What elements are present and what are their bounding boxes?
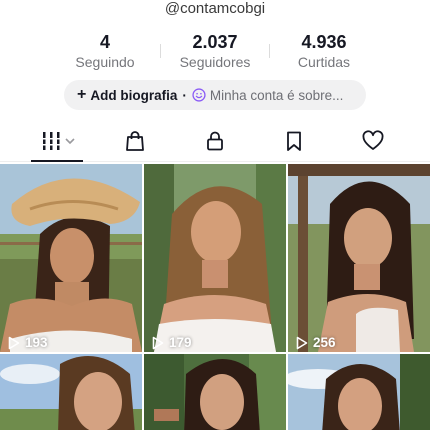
video-thumbnail[interactable] [0,354,142,430]
bio-hint: Minha conta é sobre... [209,87,344,103]
play-icon [8,336,20,349]
video-thumbnail[interactable]: 193 [0,164,142,352]
grid-icon [42,132,75,150]
lock-icon [207,131,223,151]
smile-icon [192,88,206,102]
active-tab-indicator [31,160,83,162]
video-thumbnail[interactable]: 179 [144,164,286,352]
add-bio-label: Add biografia [90,87,178,103]
following-label: Seguindo [75,54,135,70]
bookmark-icon [287,131,301,151]
video-grid: 193 179 256 [0,164,430,430]
view-count-label: 256 [313,335,336,350]
tab-saved[interactable] [281,128,307,154]
bio-separator: · [182,87,187,103]
view-count: 193 [8,335,48,350]
stat-following[interactable]: 4 Seguindo [45,32,165,71]
thumbnail-image [144,354,286,430]
likes-label: Curtidas [297,54,351,70]
likes-count: 4.936 [301,32,347,52]
play-icon [296,336,308,349]
followers-count: 2.037 [192,32,238,52]
tab-videos[interactable] [42,128,78,154]
thumbnail-image [0,354,142,430]
username: @contamcobgi [164,0,266,17]
view-count-label: 193 [25,335,48,350]
thumbnail-image [288,164,430,352]
stat-likes[interactable]: 4.936 Curtidas [264,32,384,71]
view-count: 256 [296,335,336,350]
following-count: 4 [99,32,110,52]
add-bio-button[interactable]: + Add biografia · Minha conta é sobre... [64,80,366,110]
thumbnail-image [288,354,430,430]
shopping-bag-icon [126,131,144,151]
play-icon [152,336,164,349]
stat-followers[interactable]: 2.037 Seguidores [155,32,275,71]
profile-stats: 4 Seguindo 2.037 Seguidores 4.936 Curtid… [0,32,430,72]
view-count: 179 [152,335,192,350]
heart-icon [362,130,384,150]
view-count-label: 179 [169,335,192,350]
plus-icon: + [77,86,87,103]
video-thumbnail[interactable] [288,354,430,430]
video-thumbnail[interactable]: 256 [288,164,430,352]
thumbnail-image [144,164,286,352]
video-thumbnail[interactable] [144,354,286,430]
tab-shop[interactable] [122,128,148,154]
tab-liked[interactable] [360,128,386,154]
followers-label: Seguidores [179,54,251,70]
profile-tabs [0,122,430,162]
tab-private[interactable] [202,128,228,154]
thumbnail-image [0,164,142,352]
